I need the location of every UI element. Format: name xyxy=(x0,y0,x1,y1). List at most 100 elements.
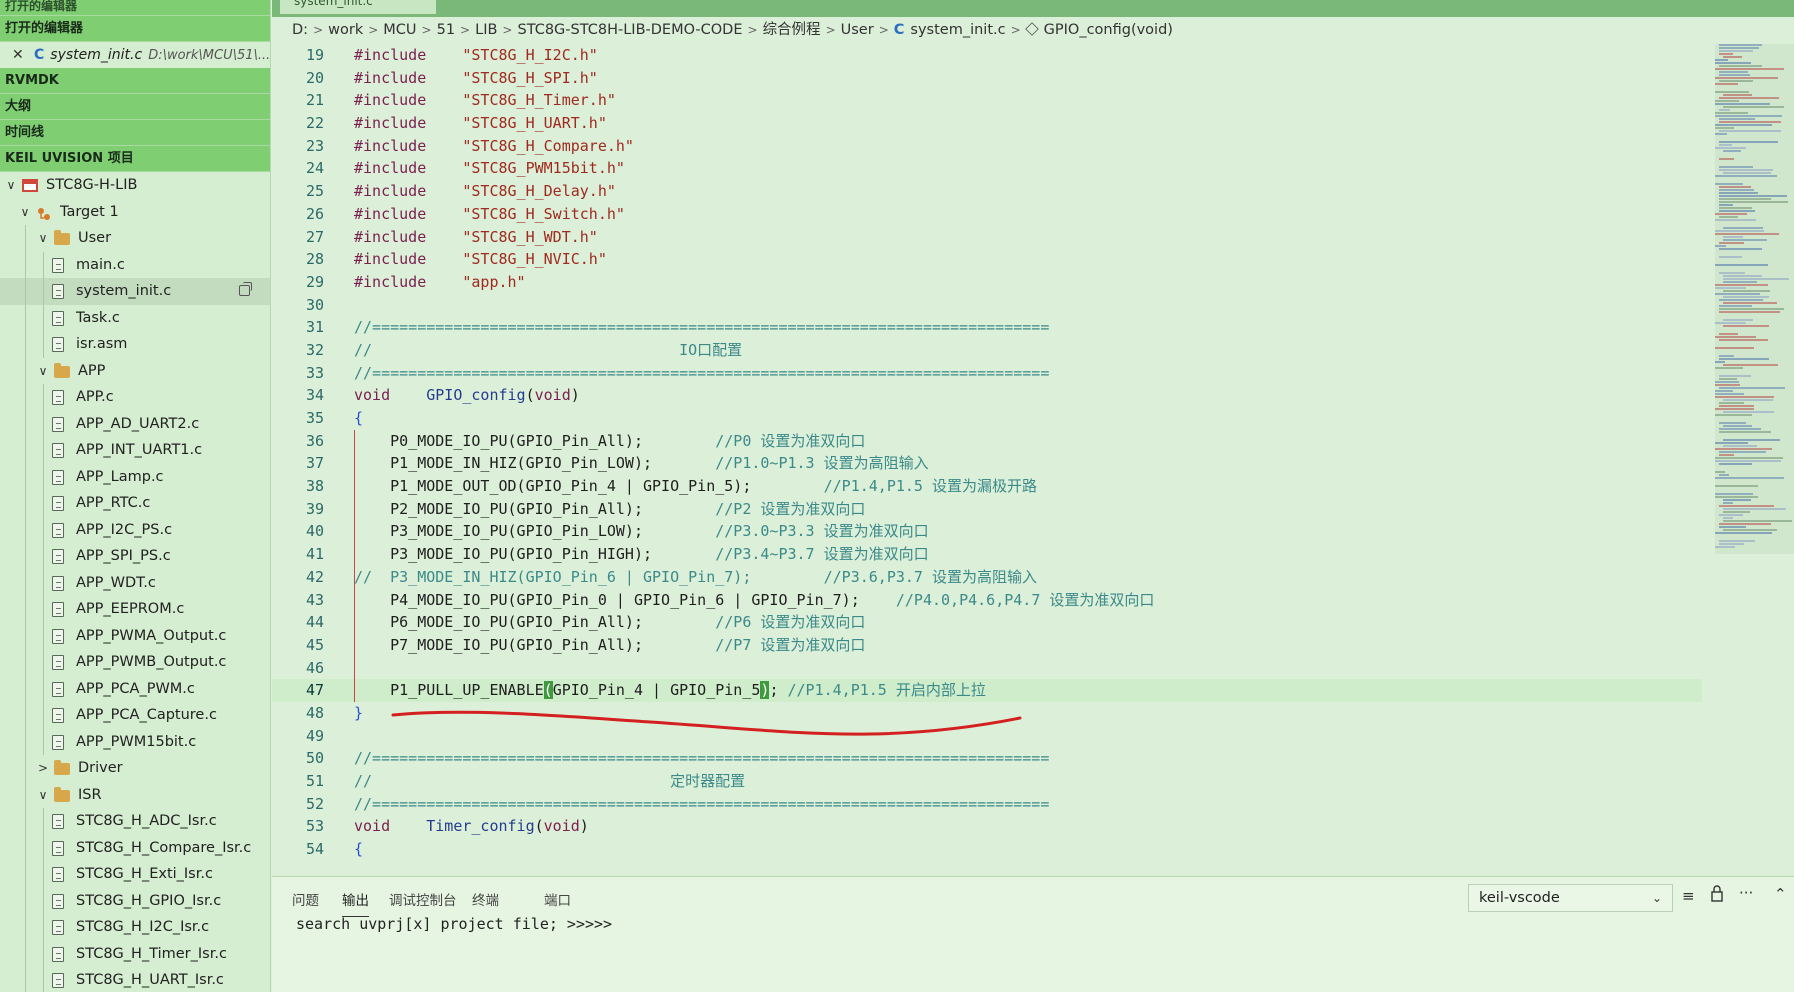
breadcrumb-symbol[interactable]: GPIO_config(void) xyxy=(1044,22,1173,38)
code-line[interactable]: 24 #include "STC8G_PWM15bit.h" xyxy=(272,157,1702,180)
code-line[interactable]: 20 #include "STC8G_H_SPI.h" xyxy=(272,67,1702,90)
code-line[interactable]: 28 #include "STC8G_H_NVIC.h" xyxy=(272,248,1702,271)
code-line[interactable]: 35 { xyxy=(272,407,1702,430)
chevron-right-icon[interactable]: > xyxy=(36,755,50,782)
close-icon[interactable]: ✕ xyxy=(12,42,26,68)
code-line[interactable]: 30 xyxy=(272,294,1702,317)
panel-tab[interactable]: 调试控制台 xyxy=(389,889,457,909)
code-line[interactable]: 34 void GPIO_config(void) xyxy=(272,384,1702,407)
timeline-header[interactable]: 时间线 xyxy=(0,120,270,146)
code-line[interactable]: 45 P7_MODE_IO_PU(GPIO_Pin_All); //P7 设置为… xyxy=(272,633,1702,657)
tree-item-driver[interactable]: > Driver xyxy=(0,755,270,782)
panel-tab[interactable]: 问题 xyxy=(292,889,319,909)
code-line[interactable]: 40 P3_MODE_IO_PU(GPIO_Pin_LOW); //P3.0~P… xyxy=(272,520,1702,544)
code-line[interactable]: 31 //====================================… xyxy=(272,316,1702,339)
tree-item-app-pca-pwm-c[interactable]: APP_PCA_PWM.c xyxy=(0,675,270,702)
breadcrumb-segment[interactable]: work xyxy=(328,22,363,38)
code-line[interactable]: 38 P1_MODE_OUT_OD(GPIO_Pin_4 | GPIO_Pin_… xyxy=(272,475,1702,498)
code-line[interactable]: 36 P0_MODE_IO_PU(GPIO_Pin_All); //P0 设置为… xyxy=(272,429,1702,453)
tree-item-main-c[interactable]: main.c xyxy=(0,251,270,278)
tree-item-app-eeprom-c[interactable]: APP_EEPROM.c xyxy=(0,596,270,623)
code-line[interactable]: 32 // IO口配置 xyxy=(272,339,1702,362)
tree-item-app-pwmb-output-c[interactable]: APP_PWMB_Output.c xyxy=(0,649,270,676)
clear-output-icon[interactable]: ≡ xyxy=(1682,887,1695,905)
code-line[interactable]: 19 #include "STC8G_H_I2C.h" xyxy=(272,44,1702,67)
code-line[interactable]: 54 { xyxy=(272,838,1702,861)
chevron-down-icon[interactable]: ∨ xyxy=(36,782,50,809)
tree-item-app-spi-ps-c[interactable]: APP_SPI_PS.c xyxy=(0,543,270,570)
breadcrumb-segment[interactable]: 综合例程 xyxy=(763,22,821,38)
tree-item-app-wdt-c[interactable]: APP_WDT.c xyxy=(0,569,270,596)
outline-header[interactable]: 大纲 xyxy=(0,94,270,120)
open-editors-header[interactable]: 打开的编辑器 xyxy=(0,16,270,42)
chevron-down-icon[interactable]: ∨ xyxy=(4,172,18,199)
tree-item-app-i2c-ps-c[interactable]: APP_I2C_PS.c xyxy=(0,516,270,543)
code-line[interactable]: 26 #include "STC8G_H_Switch.h" xyxy=(272,203,1702,226)
code-line[interactable]: 29 #include "app.h" xyxy=(272,271,1702,294)
tree-item-app-lamp-c[interactable]: APP_Lamp.c xyxy=(0,463,270,490)
code-line[interactable]: 27 #include "STC8G_H_WDT.h" xyxy=(272,226,1702,249)
code-line[interactable]: 52 //====================================… xyxy=(272,793,1702,816)
breadcrumb-segment[interactable]: 51 xyxy=(437,22,455,38)
tree-item-isr-asm[interactable]: isr.asm xyxy=(0,331,270,358)
keil-project-header[interactable]: KEIL UVISION 项目 xyxy=(0,146,270,172)
code-line[interactable]: 44 P6_MODE_IO_PU(GPIO_Pin_All); //P6 设置为… xyxy=(272,611,1702,634)
more-actions-icon[interactable]: ··· xyxy=(1739,884,1753,902)
code-line[interactable]: 46 xyxy=(272,656,1702,680)
tree-item-app-pwma-output-c[interactable]: APP_PWMA_Output.c xyxy=(0,622,270,649)
maximize-panel-icon[interactable]: ⌃ xyxy=(1774,885,1787,903)
chevron-down-icon[interactable]: ∨ xyxy=(18,199,32,226)
tree-item-stc8g-h-lib[interactable]: ∨ STC8G-H-LIB xyxy=(0,172,270,199)
breadcrumb-segment[interactable]: User xyxy=(841,22,874,38)
breadcrumb-segment[interactable]: STC8G-STC8H-LIB-DEMO-CODE xyxy=(517,22,742,38)
section-header-top[interactable]: 打开的编辑器 xyxy=(0,0,270,16)
tree-item-app-pwm15bit-c[interactable]: APP_PWM15bit.c xyxy=(0,728,270,755)
code-line[interactable]: 25 #include "STC8G_H_Delay.h" xyxy=(272,180,1702,203)
tree-item-app-pca-capture-c[interactable]: APP_PCA_Capture.c xyxy=(0,702,270,729)
tree-item-app-ad-uart2-c[interactable]: APP_AD_UART2.c xyxy=(0,410,270,437)
code-line[interactable]: 51 // 定时器配置 xyxy=(272,770,1702,793)
code-line[interactable]: 53 void Timer_config(void) xyxy=(272,815,1702,838)
code-line[interactable]: 21 #include "STC8G_H_Timer.h" xyxy=(272,89,1702,112)
rvmdk-header[interactable]: RVMDK xyxy=(0,68,270,94)
tree-item-app-rtc-c[interactable]: APP_RTC.c xyxy=(0,490,270,517)
chevron-down-icon[interactable]: ∨ xyxy=(36,358,50,385)
code-view[interactable]: 19 #include "STC8G_H_I2C.h" 20 #include "ST… xyxy=(272,44,1702,861)
code-line[interactable]: 37 P1_MODE_IN_HIZ(GPIO_Pin_LOW); //P1.0~… xyxy=(272,452,1702,476)
panel-tab[interactable]: 终端 xyxy=(472,889,499,909)
tree-item-stc8g-h-timer-isr-c[interactable]: STC8G_H_Timer_Isr.c xyxy=(0,940,270,967)
tree-item-stc8g-h-gpio-isr-c[interactable]: STC8G_H_GPIO_Isr.c xyxy=(0,887,270,914)
chevron-down-icon[interactable]: ∨ xyxy=(36,225,50,252)
breadcrumb-file[interactable]: system_init.c xyxy=(910,22,1005,38)
code-line[interactable]: 48} xyxy=(272,702,1702,725)
tree-item-stc8g-h-uart-isr-c[interactable]: STC8G_H_UART_Isr.c xyxy=(0,967,270,992)
breadcrumb-segment[interactable]: LIB xyxy=(475,22,497,38)
tab-system-init[interactable]: system_init.c xyxy=(280,0,436,14)
tree-item-stc8g-h-compare-isr-c[interactable]: STC8G_H_Compare_Isr.c xyxy=(0,834,270,861)
tree-item-stc8g-h-adc-isr-c[interactable]: STC8G_H_ADC_Isr.c xyxy=(0,808,270,835)
tree-item-target-1[interactable]: ∨ Target 1 xyxy=(0,199,270,226)
code-line[interactable]: 22 #include "STC8G_H_UART.h" xyxy=(272,112,1702,135)
minimap[interactable] xyxy=(1715,44,1794,554)
tree-item-user[interactable]: ∨ User xyxy=(0,225,270,252)
breadcrumb-segment[interactable]: D: xyxy=(292,22,308,38)
breadcrumb-segment[interactable]: MCU xyxy=(383,22,416,38)
panel-tab[interactable]: 端口 xyxy=(544,889,571,909)
tree-item-system-init-c[interactable]: system_init.c xyxy=(0,278,270,305)
code-line[interactable]: 39 P2_MODE_IO_PU(GPIO_Pin_All); //P2 设置为… xyxy=(272,497,1702,521)
panel-tab[interactable]: 输出 xyxy=(342,889,369,917)
tree-item-stc8g-h-exti-isr-c[interactable]: STC8G_H_Exti_Isr.c xyxy=(0,861,270,888)
open-editor-item[interactable]: ✕ Csystem_init.c D:\work\MCU\51\... xyxy=(0,42,270,68)
code-line[interactable]: 23 #include "STC8G_H_Compare.h" xyxy=(272,135,1702,158)
copy-path-icon[interactable] xyxy=(239,282,252,296)
tree-item-task-c[interactable]: Task.c xyxy=(0,304,270,331)
code-line[interactable]: 41 P3_MODE_IO_PU(GPIO_Pin_HIGH); //P3.4~… xyxy=(272,543,1702,566)
code-line[interactable]: 49 xyxy=(272,725,1702,748)
code-line[interactable]: 42 // P3_MODE_IN_HIZ(GPIO_Pin_6 | GPIO_Pi… xyxy=(272,565,1702,589)
tree-item-app-int-uart1-c[interactable]: APP_INT_UART1.c xyxy=(0,437,270,464)
tree-item-app[interactable]: ∨ APP xyxy=(0,357,270,385)
code-line[interactable]: 33 //====================================… xyxy=(272,362,1702,385)
output-channel-select[interactable]: keil-vscode ⌄ xyxy=(1468,884,1673,912)
lock-scroll-icon[interactable] xyxy=(1710,885,1724,906)
tree-item-isr[interactable]: ∨ ISR xyxy=(0,781,270,809)
